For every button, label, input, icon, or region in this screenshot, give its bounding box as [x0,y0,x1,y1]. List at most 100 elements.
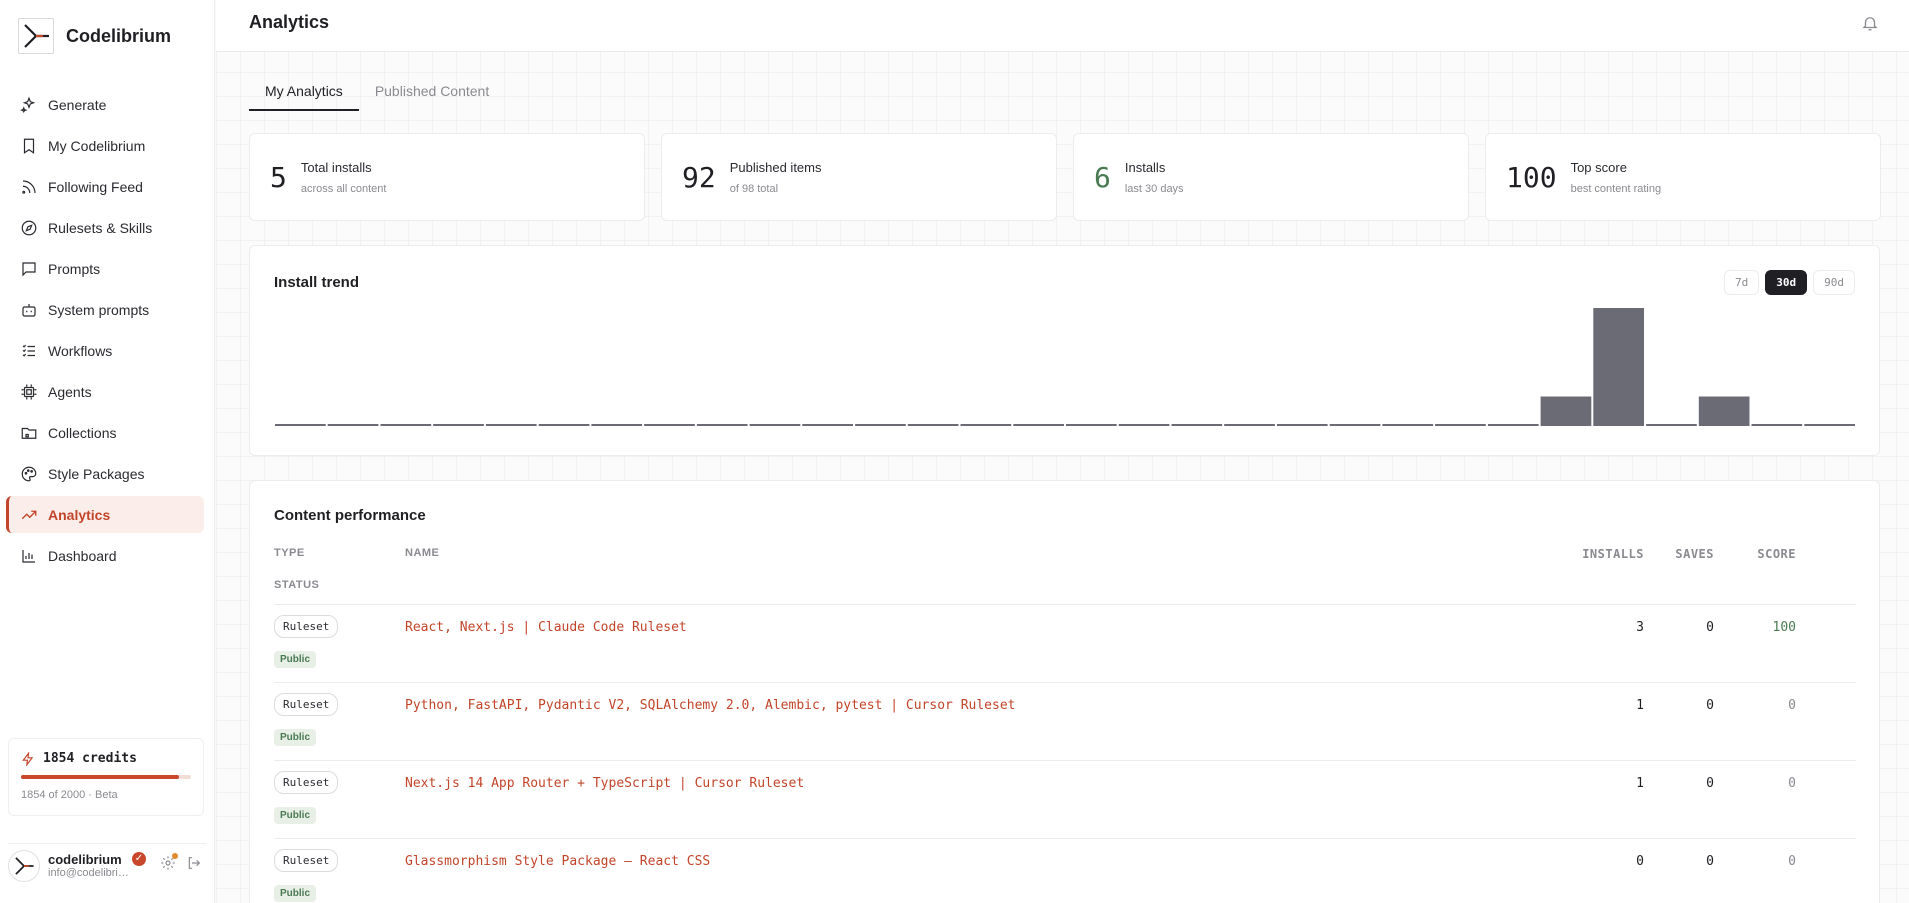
sidebar-item-system-prompts[interactable]: System prompts [6,291,204,328]
sidebar-item-rulesets-skills[interactable]: Rulesets & Skills [6,209,204,246]
chart-bar[interactable] [1487,424,1539,426]
sidebar-nav: Generate My Codelibrium Following Feed R… [6,86,204,578]
user-name: codelibrium [48,852,122,867]
installs-value: 3 [1636,620,1644,635]
installs-value: 1 [1636,776,1644,791]
notifications-button[interactable] [1861,14,1879,37]
chart-bar[interactable] [907,424,959,426]
chart-bar[interactable] [1804,424,1855,426]
chart-bar[interactable] [855,424,906,426]
chart-bar[interactable] [802,424,853,426]
score-value: 0 [1788,776,1796,791]
sidebar-item-prompts[interactable]: Prompts [6,250,204,287]
type-badge: Ruleset [274,849,339,872]
chart-bar[interactable] [1329,424,1381,426]
sidebar-item-generate[interactable]: Generate [6,86,204,123]
chart-bar[interactable] [1382,424,1434,426]
sidebar-item-label: Agents [48,383,92,400]
range-7d-button[interactable]: 7d [1724,270,1760,295]
content-link[interactable]: Next.js 14 App Router + TypeScript | Cur… [405,776,804,791]
sidebar-item-label: Style Packages [48,465,145,482]
credits-progress [21,775,191,779]
chart-bar[interactable] [380,424,432,426]
chart-bar[interactable] [538,424,590,426]
bot-icon [22,303,36,317]
chart-bar[interactable] [327,424,379,426]
sidebar-item-my-codelibrium[interactable]: My Codelibrium [6,127,204,164]
column-header-installs[interactable]: INSTALLS [1550,547,1644,561]
column-header-type: TYPE [274,547,305,559]
content-link[interactable]: Glassmorphism Style Package — React CSS [405,854,710,869]
cpu-icon [21,384,37,399]
chart-bar[interactable] [433,424,484,426]
chart-bar[interactable] [275,424,326,426]
content-link[interactable]: React, Next.js | Claude Code Ruleset [405,620,687,635]
sidebar-item-dashboard[interactable]: Dashboard [6,537,204,574]
chart-bar[interactable] [1224,424,1275,426]
type-badge: Ruleset [274,693,339,716]
chart-bar[interactable] [1593,308,1644,426]
chart-bar[interactable] [1118,424,1170,426]
column-header-score[interactable]: SCORE [1734,547,1796,561]
status-badge: Public [274,885,317,902]
score-value: 100 [1772,620,1796,635]
stat-card-total-installs: 5 Total installs across all content [249,133,645,221]
chart-bar[interactable] [1646,424,1697,426]
chart-bar[interactable] [644,424,695,426]
column-header-saves[interactable]: SAVES [1654,547,1714,561]
chart-bar[interactable] [749,424,801,426]
trending-up-icon [21,510,37,519]
sidebar-item-style-packages[interactable]: Style Packages [6,455,204,492]
settings-button[interactable] [160,853,178,876]
bell-icon [1862,17,1878,31]
chart-bar[interactable] [1066,424,1117,426]
stat-sub: best content rating [1570,182,1662,195]
content-link[interactable]: Python, FastAPI, Pydantic V2, SQLAlchemy… [405,698,1015,713]
table-row: Ruleset Public Next.js 14 App Router + T… [274,761,1856,839]
stat-sub: across all content [300,182,387,195]
page-title: Analytics [249,12,330,32]
stats-row: 5 Total installs across all content 92 Pu… [249,133,1881,221]
tab-published-content[interactable]: Published Content [359,80,505,111]
install-trend-chart [275,308,1855,427]
sidebar-item-analytics[interactable]: Analytics [6,496,204,533]
sidebar-item-workflows[interactable]: Workflows [6,332,204,369]
chart-bar[interactable] [1435,424,1486,426]
credits-label: 1854 credits [43,751,137,766]
chart-bar[interactable] [485,424,537,426]
chart-bar[interactable] [960,424,1012,426]
stat-label: Top score [1570,159,1627,175]
brand[interactable]: Codelibrium [18,18,171,54]
chart-bar[interactable] [1276,424,1328,426]
logout-button[interactable] [186,855,202,876]
saves-value: 0 [1706,620,1714,635]
stat-card-installs-30d: 6 Installs last 30 days [1073,133,1469,221]
sidebar-item-following-feed[interactable]: Following Feed [6,168,204,205]
palette-icon [21,466,37,481]
sidebar-item-collections[interactable]: Collections [6,414,204,451]
sidebar-item-label: Prompts [48,260,101,277]
table-header: TYPE NAME INSTALLS SAVES SCORE STATUS [274,547,1856,605]
avatar[interactable] [8,849,40,882]
credits-card[interactable]: 1854 credits 1854 of 2000 · Beta [8,738,204,816]
table-row: Ruleset Public React, Next.js | Claude C… [274,605,1856,683]
tab-my-analytics[interactable]: My Analytics [249,80,359,111]
user-email: info@codelibrium.com [48,867,130,879]
folder-icon [21,427,37,439]
column-header-status: STATUS [274,579,320,591]
rss-icon [22,179,36,194]
chart-bar[interactable] [1171,424,1223,426]
chart-bar[interactable] [1698,396,1750,427]
saves-value: 0 [1706,776,1714,791]
chart-bar[interactable] [1013,424,1064,426]
chart-bar[interactable] [1540,396,1592,427]
credits-sub: 1854 of 2000 · Beta [21,789,118,801]
chart-bar[interactable] [696,424,748,426]
range-30d-button[interactable]: 30d [1765,270,1808,295]
range-90d-button[interactable]: 90d [1813,270,1855,295]
chart-bar[interactable] [591,424,643,426]
stat-value: 92 [682,160,716,194]
saves-value: 0 [1706,854,1714,869]
chart-bar[interactable] [1751,424,1803,426]
sidebar-item-agents[interactable]: Agents [6,373,204,410]
